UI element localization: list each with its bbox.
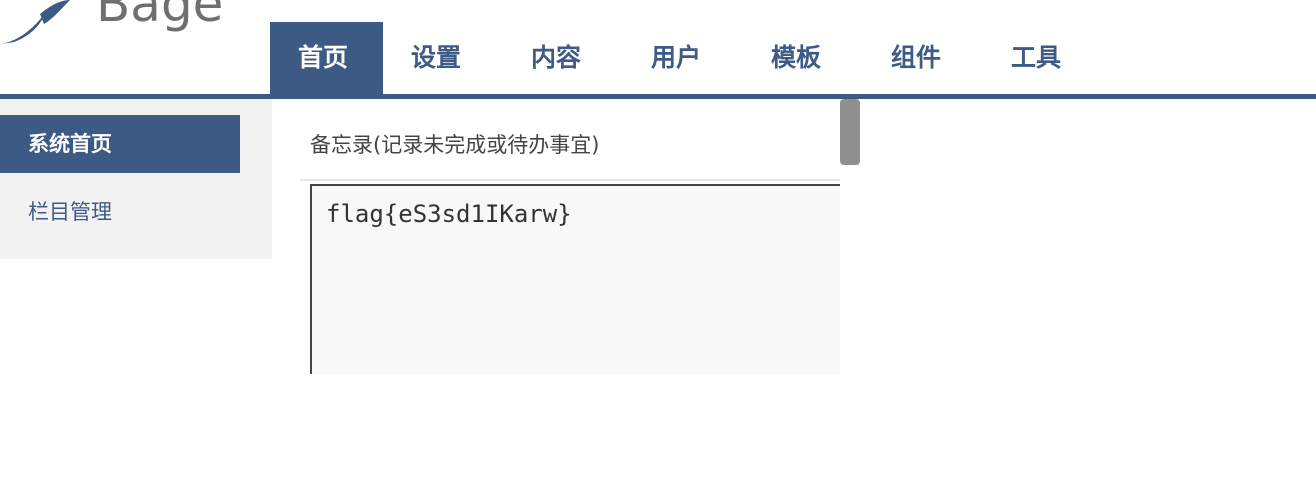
- top-nav: 首页 设置 内容 用户 模板 组件 工具: [270, 22, 1103, 94]
- tab-components[interactable]: 组件: [863, 22, 983, 94]
- sidebar: 系统首页 栏目管理: [0, 99, 272, 259]
- scrollbar-thumb[interactable]: [840, 99, 860, 165]
- sidebar-item-system-home[interactable]: 系统首页: [0, 115, 240, 173]
- tab-home[interactable]: 首页: [270, 22, 383, 94]
- brand-name: Bage: [96, 0, 224, 33]
- panel-divider: [300, 179, 840, 181]
- page: Bage 首页 设置 内容 用户 模板 组件 工具 系统首页 栏目管理 备忘录(…: [0, 0, 1316, 494]
- bird-logo-icon: [2, 0, 70, 44]
- memo-textarea[interactable]: flag{eS3sd1IKarw}: [310, 184, 840, 374]
- brand-logo[interactable]: Bage: [0, 0, 230, 48]
- memo-title: 备忘录(记录未完成或待办事宜): [310, 133, 600, 157]
- tab-users[interactable]: 用户: [623, 22, 743, 94]
- main-panel: 备忘录(记录未完成或待办事宜) flag{eS3sd1IKarw}: [272, 99, 840, 374]
- tab-tools[interactable]: 工具: [983, 22, 1103, 94]
- tab-templates[interactable]: 模板: [743, 22, 863, 94]
- tab-content[interactable]: 内容: [503, 22, 623, 94]
- sidebar-item-column-management[interactable]: 栏目管理: [0, 183, 240, 241]
- tab-settings[interactable]: 设置: [383, 22, 503, 94]
